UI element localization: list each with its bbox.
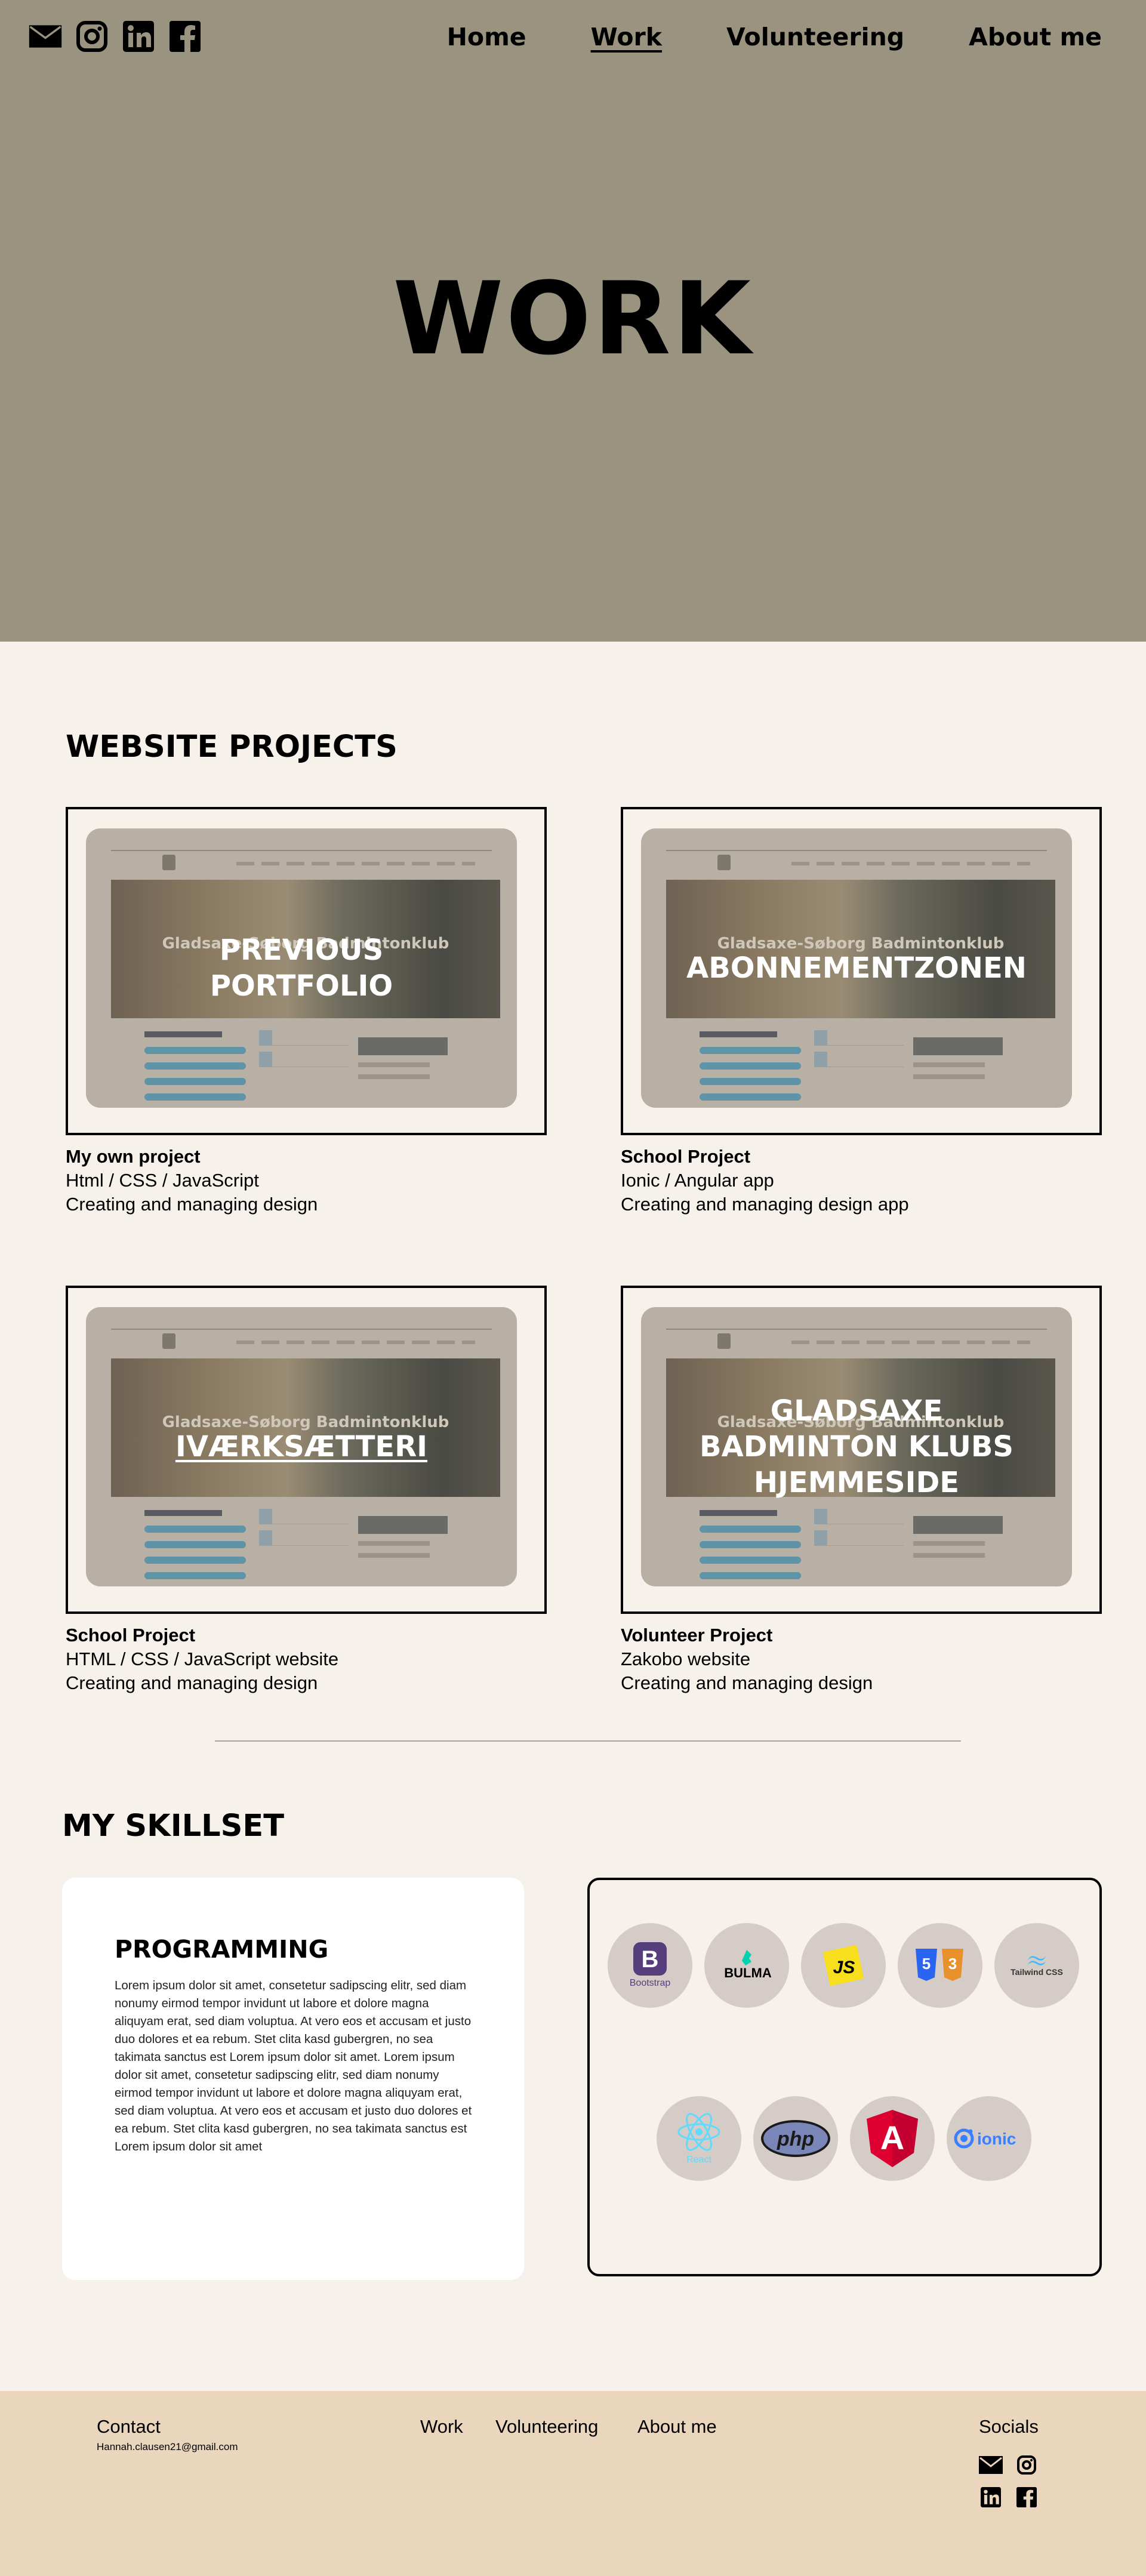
page-title: WORK (393, 260, 753, 377)
programming-title: PROGRAMMING (115, 1935, 329, 1964)
project-card-abonnementzonen[interactable]: Gladsaxe-Søborg Badmintonklub ABONNEMENT… (621, 807, 1102, 1135)
nav-about-me[interactable]: About me (969, 23, 1102, 51)
project-type: Volunteer Project (621, 1625, 773, 1646)
html-css-icon: 53 (898, 1923, 982, 2008)
php-text: php (777, 2128, 814, 2150)
project-overlay-title: IVÆRKSÆTTERI (175, 1430, 428, 1463)
project-overlay-title: ABONNEMENTZONEN (686, 951, 1027, 985)
project-overlay-title: PREVIOUS PORTFOLIO (210, 933, 393, 1003)
project-meta: School Project Ionic / Angular app Creat… (621, 1145, 1102, 1216)
php-icon: php (753, 2096, 838, 2181)
programming-card: PROGRAMMING Lorem ipsum dolor sit amet, … (62, 1878, 524, 2280)
angular-text: A (880, 2119, 904, 2156)
section-divider (215, 1740, 961, 1742)
svg-text:B: B (642, 1946, 659, 1973)
header-socials (29, 20, 202, 53)
project-meta: My own project Html / CSS / JavaScript C… (66, 1145, 547, 1216)
mail-icon[interactable] (979, 2453, 1003, 2477)
tailwind-icon: Tailwind CSS (994, 1923, 1079, 2008)
programming-text: Lorem ipsum dolor sit amet, consetetur s… (115, 1979, 472, 2153)
js-text: JS (833, 1958, 855, 1977)
instagram-icon[interactable] (1015, 2453, 1039, 2477)
project-type: School Project (66, 1625, 196, 1646)
bulma-caption: BULMA (724, 1965, 772, 1980)
bulma-icon: BULMA (704, 1923, 789, 2008)
mail-icon[interactable] (29, 20, 62, 53)
project-tech: Ionic / Angular app (621, 1170, 774, 1191)
svg-text:3: 3 (948, 1955, 957, 1973)
project-meta: Volunteer Project Zakobo website Creatin… (621, 1623, 1102, 1695)
project-type: School Project (621, 1146, 751, 1167)
instagram-icon[interactable] (75, 20, 109, 53)
project-card-gladsaxe-badminton[interactable]: Gladsaxe-Søborg Badmintonklub GLADSAXE B… (621, 1286, 1102, 1614)
svg-text:5: 5 (922, 1955, 931, 1973)
tailwind-caption: Tailwind CSS (1011, 1967, 1063, 1977)
footer-link-work[interactable]: Work (420, 2416, 463, 2438)
bootstrap-caption: Bootstrap (629, 1978, 671, 1988)
hero-banner: Home Work Volunteering About me WORK (0, 0, 1146, 642)
project-type: My own project (66, 1146, 201, 1167)
linkedin-icon[interactable] (122, 20, 155, 53)
project-tech: Html / CSS / JavaScript (66, 1170, 259, 1191)
nav-home[interactable]: Home (447, 23, 526, 51)
footer-socials-heading: Socials (979, 2416, 1039, 2437)
project-desc: Creating and managing design (66, 1194, 318, 1215)
footer-email-link[interactable]: Hannah.clausen21@gmail.com (97, 2441, 238, 2453)
projects-heading: WEBSITE PROJECTS (66, 729, 398, 765)
angular-icon: A (850, 2096, 935, 2181)
footer-socials (979, 2453, 1042, 2509)
project-card-ivaerksaetteri[interactable]: Gladsaxe-Søborg Badmintonklub IVÆRKSÆTTE… (66, 1286, 547, 1614)
project-desc: Creating and managing design app (621, 1194, 909, 1215)
ionic-icon: ionic (947, 2096, 1031, 2181)
project-desc: Creating and managing design (621, 1672, 873, 1693)
project-tech: HTML / CSS / JavaScript website (66, 1648, 339, 1669)
skills-heading: MY SKILLSET (62, 1808, 285, 1844)
project-tech: Zakobo website (621, 1648, 751, 1669)
project-card-previous-portfolio[interactable]: Gladsaxe-Søborg Badmintonklub PREVIOUS P… (66, 807, 547, 1135)
footer-link-about-me[interactable]: About me (637, 2416, 717, 2438)
linkedin-icon[interactable] (979, 2485, 1003, 2509)
facebook-icon[interactable] (1015, 2485, 1039, 2509)
nav-volunteering[interactable]: Volunteering (726, 23, 904, 51)
javascript-icon: JS (801, 1923, 886, 2008)
tech-logos-card: B Bootstrap BULMA JS 53 Tailwind CSS Rea… (587, 1878, 1102, 2276)
project-desc: Creating and managing design (66, 1672, 318, 1693)
footer-contact-heading: Contact (97, 2416, 161, 2437)
project-meta: School Project HTML / CSS / JavaScript w… (66, 1623, 547, 1695)
ionic-text: ionic (977, 2130, 1016, 2148)
project-overlay-title: GLADSAXE BADMINTON KLUBS HJEMMESIDE (699, 1394, 1013, 1499)
facebook-icon[interactable] (168, 20, 202, 53)
bootstrap-icon: B Bootstrap (608, 1923, 692, 2008)
react-caption: React (686, 2155, 711, 2165)
react-icon: React (657, 2096, 741, 2181)
footer: Contact Hannah.clausen21@gmail.com Work … (0, 2391, 1146, 2576)
footer-link-volunteering[interactable]: Volunteering (495, 2416, 598, 2438)
main-nav: Home Work Volunteering About me (447, 20, 1102, 54)
nav-work[interactable]: Work (591, 23, 662, 51)
